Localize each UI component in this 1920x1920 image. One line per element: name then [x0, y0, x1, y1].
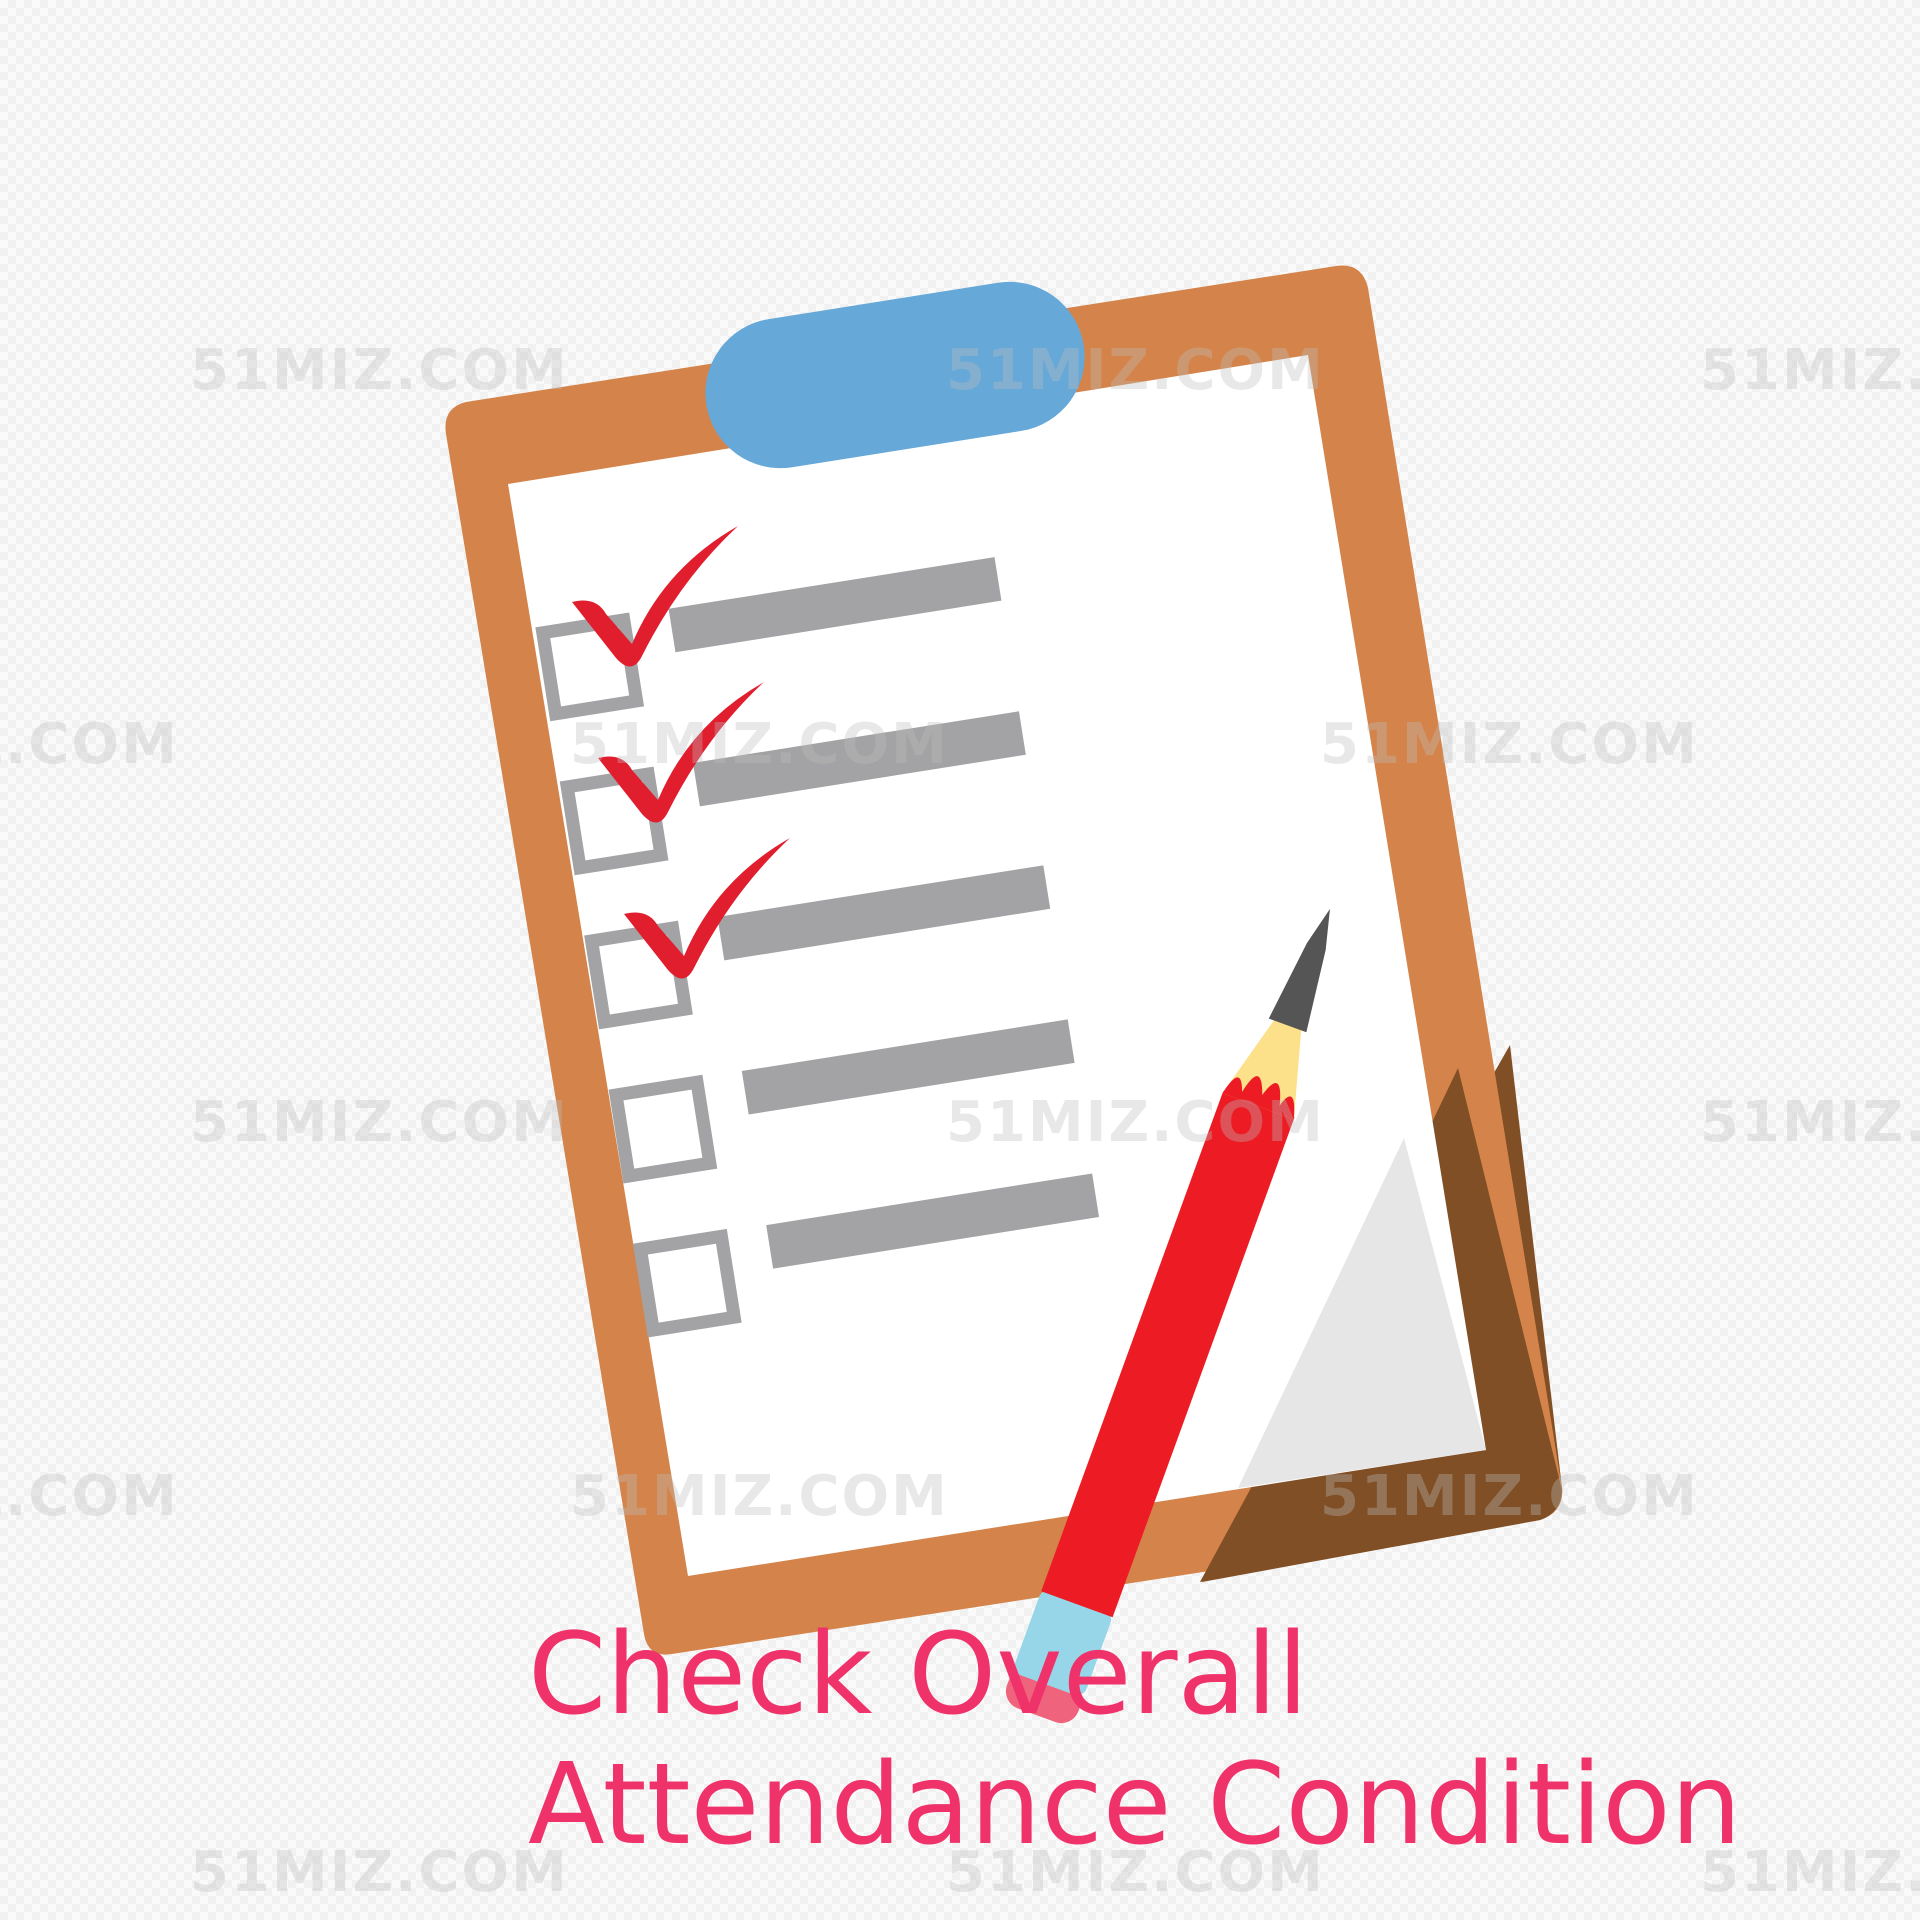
caption-line-1: Check Overall [528, 1610, 1309, 1740]
clipboard-icon [445, 265, 1563, 1655]
caption: Check Overall Attendance Condition [528, 1610, 1828, 1870]
caption-line-2: Attendance Condition [528, 1740, 1742, 1870]
